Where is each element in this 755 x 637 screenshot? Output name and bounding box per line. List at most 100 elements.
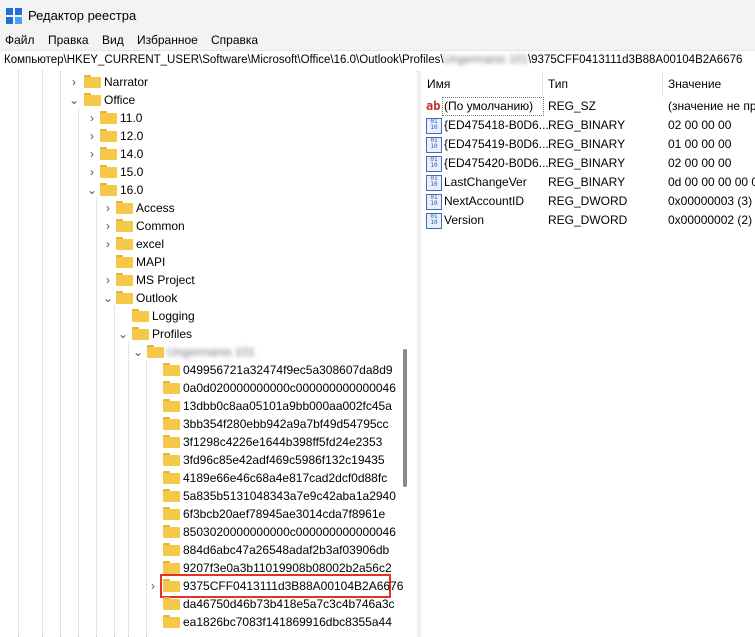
address-suffix: \9375CFF0413111d3B88A00104B2A6676 [527,54,743,66]
tree-item-profiles[interactable]: ⌄ Profiles [0,325,400,343]
column-header-name-label: Имя [427,77,451,91]
value-name: {ED475418-B0D6... [444,118,549,132]
tree-item-version[interactable]: › 11.0 [0,109,400,127]
tree-item-logging[interactable]: Logging [0,307,400,325]
value-row[interactable]: 01 10 {ED475420-B0D6... REG_BINARY 02 00 00 … [421,154,755,173]
tree-item-profile-key[interactable]: › 9375CFF0413111d3B88A00104B2A6676 [0,574,403,598]
folder-icon [132,327,149,340]
tree-item-profile-key[interactable]: 8503020000000000c000000000000046 [0,523,400,541]
chevron-right-icon[interactable]: › [87,163,97,181]
tree-item-profile-key[interactable]: da46750d46b73b418e5a7c3c4b746a3c [0,595,400,613]
tree-item-label: Common [136,219,185,233]
menu-favorites[interactable]: Избранное [137,33,198,47]
tree-item-label: excel [136,237,165,251]
value-data: 02 00 00 00 [668,156,732,170]
tree-item-label: Office [104,93,136,107]
menu-view[interactable]: Вид [102,33,124,47]
tree-item-label: ea1826bc7083f141869916dbc8355a44 [183,615,392,629]
tree-item-narrator[interactable]: › Narrator [0,73,400,91]
tree-item-outlook[interactable]: ⌄ Outlook [0,289,400,307]
chevron-right-icon[interactable]: › [87,145,97,163]
menu-file[interactable]: Файл [5,33,35,47]
tree-item-version[interactable]: › 12.0 [0,127,400,145]
tree-item-office[interactable]: ⌄ Office [0,91,400,109]
string-value-icon: ab [426,99,441,113]
tree-item-version-16[interactable]: ⌄ 16.0 [0,181,400,199]
address-bar[interactable]: Компьютер\HKEY_CURRENT_USER\Software\Mic… [0,50,755,72]
folder-icon [147,345,164,358]
tree-item-label: 3f1298c4226e1644b398ff5fd24e2353 [183,435,383,449]
value-name: {ED475419-B0D6... [444,137,549,151]
folder-icon [132,309,149,322]
tree-item-profile-key[interactable]: 6f3bcb20aef78945ae3014cda7f8961e [0,505,400,523]
column-header-name[interactable]: Имя [421,71,543,97]
key-tree-pane[interactable]: › Narrator ⌄ Office › 11.0 › 12.0 › 14.0… [0,71,416,637]
chevron-down-icon[interactable]: ⌄ [87,181,97,199]
value-row[interactable]: 01 10 {ED475419-B0D6... REG_BINARY 01 00 00 … [421,135,755,154]
value-type: REG_SZ [548,99,597,113]
chevron-right-icon[interactable]: › [148,577,158,595]
chevron-right-icon[interactable]: › [103,271,113,289]
menu-help[interactable]: Справка [211,33,258,47]
tree-item-label: 8503020000000000c000000000000046 [183,525,396,539]
chevron-right-icon[interactable]: › [103,217,113,235]
tree-item-ms-project[interactable]: › MS Project [0,271,400,289]
chevron-right-icon[interactable]: › [69,73,79,91]
chevron-right-icon[interactable]: › [87,127,97,145]
value-data: 0x00000003 (3) [668,194,753,208]
value-row[interactable]: 01 10 Version REG_DWORD 0x00000002 (2) [421,211,755,230]
tree-item-profile-key[interactable]: 4189e66e46c68a4e817cad2dcf0d88fc [0,469,400,487]
tree-item-label: 6f3bcb20aef78945ae3014cda7f8961e [183,507,386,521]
tree-item-profile-key[interactable]: 884d6abc47a26548adaf2b3af03906db [0,541,400,559]
menu-edit[interactable]: Правка [48,33,89,47]
tree-item-profile-key[interactable]: 049956721a32474f9ec5a308607da8d9 [0,361,400,379]
tree-item-version[interactable]: › 14.0 [0,145,400,163]
tree-item-label: Profiles [152,327,193,341]
value-row[interactable]: ab (По умолчанию) REG_SZ (значение не пр [421,97,755,116]
tree-item-excel[interactable]: › excel [0,235,400,253]
chevron-down-icon[interactable]: ⌄ [133,343,143,361]
address-hidden-segment: Ungermanis 101 [443,54,528,66]
value-type: REG_DWORD [548,194,628,208]
value-name: LastChangeVer [444,175,527,189]
menu-bar: Файл Правка Вид Избранное Справка [0,32,755,50]
tree-item-profile[interactable]: ⌄ Ungermanis 101 [0,343,400,361]
tree-item-label: 16.0 [120,183,144,197]
chevron-down-icon[interactable]: ⌄ [118,325,128,343]
address-path[interactable]: Компьютер\HKEY_CURRENT_USER\Software\Mic… [4,54,742,66]
chevron-right-icon[interactable]: › [87,109,97,127]
folder-icon [163,579,180,592]
folder-icon [100,183,117,196]
value-data: 02 00 00 00 [668,118,732,132]
tree-item-profile-key[interactable]: 3fd96c85e42adf469c5986f132c19435 [0,451,400,469]
chevron-right-icon[interactable]: › [103,199,113,217]
tree-item-access[interactable]: › Access [0,199,400,217]
tree-item-profile-key[interactable]: 5a835b5131048343a7e9c42aba1a2940 [0,487,400,505]
tree-item-version[interactable]: › 15.0 [0,163,400,181]
binary-value-icon: 01 10 [426,156,442,172]
values-pane[interactable]: Имя Тип Значение ab (По умолчанию) REG_SZ(… [421,71,755,637]
tree-item-profile-key[interactable]: 3f1298c4226e1644b398ff5fd24e2353 [0,433,400,451]
tree-item-label: da46750d46b73b418e5a7c3c4b746a3c [183,597,395,611]
tree-item-profile-key[interactable]: ea1826bc7083f141869916dbc8355a44 [0,613,400,631]
chevron-down-icon[interactable]: ⌄ [103,289,113,307]
folder-icon [100,165,117,178]
tree-item-profile-key[interactable]: 0a0d020000000000c000000000000046 [0,379,400,397]
value-row[interactable]: 01 10 {ED475418-B0D6... REG_BINARY 02 00 00 … [421,116,755,135]
tree-scrollbar[interactable] [403,349,407,487]
value-row[interactable]: 01 10 LastChangeVer REG_BINARY 0d 00 00 00 0… [421,173,755,192]
tree-item-profile-key[interactable]: 3bb354f280ebb942a9a7bf49d54795cc [0,415,400,433]
value-name: Version [444,213,485,227]
column-header-type[interactable]: Тип [542,71,663,97]
tree-item-profile-key[interactable]: 13dbb0c8aa05101a9bb000aa002fc45a [0,397,400,415]
tree-item-common[interactable]: › Common [0,217,400,235]
chevron-right-icon[interactable]: › [103,235,113,253]
regedit-app-icon [6,8,22,24]
tree-item-mapi[interactable]: MAPI [0,253,400,271]
tree-item-label: 049956721a32474f9ec5a308607da8d9 [183,363,393,377]
value-type: REG_BINARY [548,137,626,151]
chevron-down-icon[interactable]: ⌄ [69,91,79,109]
folder-icon [163,363,180,376]
value-row[interactable]: 01 10 NextAccountID REG_DWORD 0x00000003 (3) [421,192,755,211]
column-header-data[interactable]: Значение [662,71,755,97]
